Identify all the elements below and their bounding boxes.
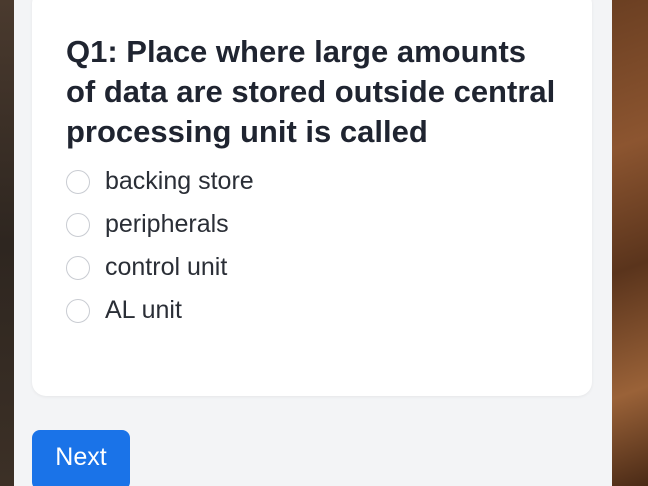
quiz-screen: Q1: Place where large amounts of data ar…	[14, 0, 612, 486]
radio-button[interactable]	[66, 298, 90, 323]
option-label: backing store	[105, 167, 254, 195]
option-control-unit[interactable]: control unit	[66, 246, 254, 289]
question-text: Q1: Place where large amounts of data ar…	[66, 34, 556, 149]
option-peripherals[interactable]: peripherals	[66, 203, 254, 246]
background-photo-right	[612, 0, 648, 486]
question-card: Q1: Place where large amounts of data ar…	[32, 0, 592, 396]
answer-options: backing store peripherals control unit A…	[66, 160, 254, 332]
radio-button[interactable]	[66, 169, 90, 194]
option-al-unit[interactable]: AL unit	[66, 289, 254, 332]
radio-button[interactable]	[66, 212, 90, 237]
background-photo-left	[0, 0, 14, 486]
radio-button[interactable]	[66, 255, 90, 280]
option-label: control unit	[105, 253, 228, 281]
option-label: AL unit	[105, 296, 182, 324]
option-backing-store[interactable]: backing store	[66, 160, 254, 203]
option-label: peripherals	[105, 210, 229, 238]
next-button[interactable]: Next	[32, 430, 130, 486]
